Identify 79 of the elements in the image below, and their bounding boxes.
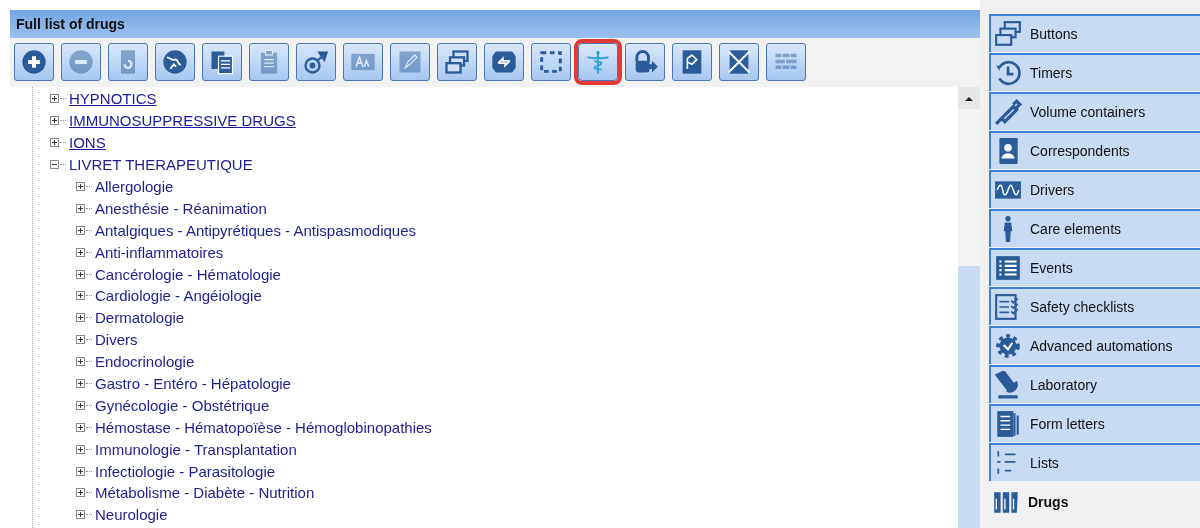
tree-item[interactable]: LIVRET THERAPEUTIQUE: [69, 156, 253, 174]
expand-icon[interactable]: [76, 225, 85, 235]
sidebar-item[interactable]: Lists: [989, 443, 1200, 481]
expand-icon[interactable]: [76, 247, 85, 257]
tree-item[interactable]: Allergologie: [95, 178, 174, 195]
expand-icon[interactable]: [76, 422, 85, 432]
expand-icon[interactable]: [50, 116, 59, 126]
expand-icon[interactable]: [76, 269, 85, 279]
sidebar-item[interactable]: Timers: [989, 53, 1200, 91]
sidebar-item[interactable]: Advanced automations: [989, 326, 1200, 364]
toolbar-button[interactable]: [531, 43, 571, 81]
expand-icon[interactable]: [76, 335, 85, 345]
tree-item[interactable]: Dermatologie: [95, 309, 185, 327]
toolbar-button[interactable]: [155, 43, 195, 81]
tree-item[interactable]: Antalgiques - Antipyrétiques - Antispasmodiques: [95, 221, 417, 239]
tree-item[interactable]: Métabolisme - Diabète - Nutrition: [95, 484, 315, 502]
expand-icon[interactable]: [76, 357, 85, 367]
tree-item[interactable]: Infectiologie - Parasitologie: [95, 462, 276, 480]
toolbar-button[interactable]: [296, 43, 336, 81]
document-icon: [994, 410, 1022, 438]
sidebar-item[interactable]: Drugs: [989, 484, 1200, 520]
expand-icon[interactable]: [76, 379, 85, 388]
toolbar-button[interactable]: [625, 43, 665, 81]
expand-icon[interactable]: [76, 400, 85, 410]
expand-icon[interactable]: [76, 444, 85, 454]
tree-item[interactable]: Cancérologie - Hématologie: [95, 265, 281, 283]
tree-item[interactable]: Endocrinologie: [95, 353, 195, 371]
sidebar-item[interactable]: Correspondents: [989, 131, 1200, 169]
expand-icon[interactable]: [76, 182, 85, 191]
timer-icon: [994, 59, 1022, 87]
crossed-document-icon: [725, 48, 753, 76]
sidebar-item[interactable]: Events: [989, 248, 1200, 286]
selection-icon: [537, 48, 565, 76]
tree-item[interactable]: HYPNOTICS: [69, 90, 157, 108]
expand-icon[interactable]: [76, 203, 85, 213]
expand-icon[interactable]: [50, 94, 59, 104]
syringe-icon: [994, 98, 1022, 126]
scroll-up-button[interactable]: [958, 87, 980, 109]
expand-icon[interactable]: [50, 138, 59, 148]
tree-item[interactable]: Cardiologie - Angéiologie: [95, 287, 262, 305]
caret-icon: [965, 95, 973, 101]
toolbar-button[interactable]: [719, 43, 759, 81]
expand-icon[interactable]: [76, 510, 85, 520]
tree-item[interactable]: Anti-inflammatoires: [95, 243, 224, 261]
windows-icon: [994, 20, 1022, 48]
sidebar-item[interactable]: Volume containers: [989, 92, 1200, 130]
toolbar-button[interactable]: [14, 43, 54, 81]
expand-icon[interactable]: [76, 313, 85, 323]
windows-icon: [443, 48, 471, 76]
tree-item[interactable]: Immunologie - Transplantation: [95, 440, 297, 458]
list-icon: [994, 254, 1022, 282]
expand-icon[interactable]: [76, 466, 85, 476]
tree-item[interactable]: IMMUNOSUPPRESSIVE DRUGS: [69, 112, 296, 130]
toolbar-button[interactable]: [202, 43, 242, 81]
collapse-icon[interactable]: [50, 160, 59, 170]
tree-item[interactable]: Gynécologie - Obstétrique: [95, 396, 270, 414]
sidebar-item[interactable]: Form letters: [989, 404, 1200, 442]
scrollbar[interactable]: [958, 87, 980, 528]
add-icon: [20, 48, 48, 76]
tree-item[interactable]: Gastro - Entéro - Hépatologie: [95, 375, 291, 392]
scroll-thumb[interactable]: [958, 266, 980, 528]
toolbar-button[interactable]: [484, 43, 524, 81]
tree-item[interactable]: Anesthésie - Réanimation: [95, 199, 267, 217]
remove-icon: [67, 48, 95, 76]
tree-item[interactable]: IONS: [69, 134, 106, 152]
panel-title: Full list of drugs: [16, 16, 125, 32]
sidebar-item[interactable]: Laboratory: [989, 365, 1200, 403]
toolbar-button[interactable]: [672, 43, 712, 81]
tree-item[interactable]: Divers: [95, 331, 138, 349]
sidebar-item[interactable]: Safety checklists: [989, 287, 1200, 325]
sidebar-item[interactable]: Drivers: [989, 170, 1200, 208]
gear-icon: [994, 332, 1022, 360]
toolbar-button[interactable]: [437, 43, 477, 81]
expand-icon[interactable]: [76, 488, 85, 498]
sidebar-item[interactable]: Buttons: [989, 14, 1200, 52]
tree-item[interactable]: Hémostase - Hématopoïèse - Hémoglobinopathies: [95, 418, 432, 436]
sidebar-item[interactable]: Care elements: [989, 209, 1200, 247]
expand-icon[interactable]: [76, 291, 85, 301]
tree-item[interactable]: Neurologie: [95, 506, 168, 524]
